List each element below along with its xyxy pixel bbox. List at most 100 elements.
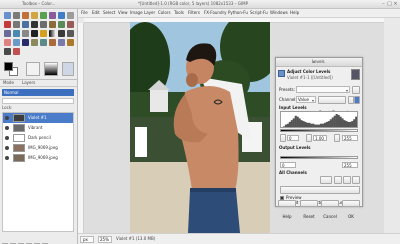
menu-colors[interactable]: Colors	[158, 11, 171, 15]
channel-dropdown[interactable]: Value ▾	[296, 96, 316, 103]
list-item[interactable]: Vibrant	[3, 123, 73, 133]
output-high-spinner[interactable]: 255	[342, 162, 358, 168]
toolbox-titlebar[interactable]: Toolbox – Color...	[0, 0, 78, 9]
cancel-button[interactable]: Cancel	[321, 200, 339, 218]
pattern-preview[interactable]	[62, 62, 74, 76]
eraser-tool-icon[interactable]	[4, 39, 11, 46]
align-tool-icon[interactable]	[40, 21, 47, 28]
canvas-photo[interactable]	[130, 22, 270, 233]
log-histogram-icon[interactable]	[354, 96, 360, 104]
list-item[interactable]: IMG_9069.jpeg	[3, 143, 73, 153]
eye-icon[interactable]	[5, 156, 9, 160]
gradient-preview[interactable]	[44, 62, 58, 76]
menu-help[interactable]: Help	[290, 11, 299, 15]
layer-mode-dropdown[interactable]: Normal	[2, 89, 74, 96]
scale-tool-icon[interactable]	[67, 21, 74, 28]
minimize-icon[interactable]: –	[381, 2, 386, 7]
close-icon[interactable]: ×	[393, 2, 398, 7]
presets-menu-button[interactable]: +	[352, 86, 360, 105]
paths-tool-icon[interactable]	[67, 12, 74, 19]
menu-fx-foundry[interactable]: FX-Foundry	[204, 11, 227, 15]
reset-button[interactable]: Reset	[300, 200, 318, 218]
white-eyedropper-icon[interactable]	[334, 134, 340, 142]
menu-layer[interactable]: Layer	[144, 11, 155, 15]
menu-windows[interactable]: Windows	[270, 11, 288, 15]
foreground-color-swatch[interactable]	[4, 62, 13, 71]
blend-tool-icon[interactable]	[49, 30, 56, 37]
input-low-spinner[interactable]: 0	[287, 135, 299, 141]
input-gradient-bar[interactable]	[280, 129, 358, 132]
rotate-tool-icon[interactable]	[58, 21, 65, 28]
ok-button[interactable]: OK	[342, 200, 360, 218]
edit-as-curves-button[interactable]: Edit these Settings as Curves	[280, 186, 360, 205]
crop-tool-icon[interactable]	[49, 21, 56, 28]
menu-python-fu[interactable]: Python-Fu	[228, 11, 248, 15]
close-icon[interactable]: ×	[312, 60, 360, 64]
brush-preview[interactable]	[26, 62, 40, 76]
cage-tool-icon[interactable]	[4, 48, 11, 55]
rect-select-tool-icon[interactable]	[4, 12, 11, 19]
dodge-burn-tool-icon[interactable]	[67, 39, 74, 46]
pencil-tool-icon[interactable]	[58, 30, 65, 37]
presets-dropdown[interactable]: ▾	[296, 86, 350, 93]
heal-tool-icon[interactable]	[40, 39, 47, 46]
fuzzy-select-tool-icon[interactable]	[31, 12, 38, 19]
list-item[interactable]: IMG_9069.jpeg	[3, 153, 73, 163]
black-eyedropper-icon[interactable]	[280, 134, 286, 142]
zoom-selector[interactable]: 25%	[98, 236, 112, 243]
menu-script-fu[interactable]: Script-Fu	[250, 11, 268, 15]
tab-mode[interactable]: Mode	[3, 81, 14, 85]
input-high-spinner[interactable]: 255	[342, 135, 358, 141]
menu-file[interactable]: File	[81, 11, 88, 15]
menu-edit[interactable]: Edit	[92, 11, 100, 15]
pick-gray-icon[interactable]	[343, 176, 351, 184]
list-item[interactable]: Dark pencil	[3, 133, 73, 143]
eye-icon[interactable]	[5, 126, 9, 130]
bucket-fill-tool-icon[interactable]	[40, 30, 47, 37]
measure-tool-icon[interactable]	[22, 21, 29, 28]
foreground-select-tool-icon[interactable]	[58, 12, 65, 19]
scissors-tool-icon[interactable]	[49, 12, 56, 19]
color-picker-tool-icon[interactable]	[4, 21, 11, 28]
input-gamma-spinner[interactable]: 1.00	[313, 135, 327, 141]
unit-selector[interactable]: px	[80, 236, 94, 243]
list-item[interactable]: Violet #1	[3, 113, 73, 123]
pick-white-icon[interactable]	[352, 176, 360, 184]
smudge-tool-icon[interactable]	[49, 39, 56, 46]
eye-icon[interactable]	[5, 146, 9, 150]
pick-black-icon[interactable]	[334, 176, 342, 184]
zoom-tool-icon[interactable]	[13, 21, 20, 28]
ellipse-select-tool-icon[interactable]	[13, 12, 20, 19]
menu-view[interactable]: View	[118, 11, 128, 15]
reset-channel-button[interactable]: Reset Channel	[318, 96, 348, 115]
clone-tool-icon[interactable]	[31, 39, 38, 46]
perspective-tool-icon[interactable]	[13, 30, 20, 37]
window-titlebar[interactable]: *[Untitled]-1.0 (RGB color, 5 layers) 10…	[78, 0, 400, 9]
help-button[interactable]: Help	[278, 200, 296, 218]
shear-tool-icon[interactable]	[4, 30, 11, 37]
ink-tool-icon[interactable]	[22, 39, 29, 46]
menu-select[interactable]: Select	[103, 11, 115, 15]
airbrush-tool-icon[interactable]	[13, 39, 20, 46]
maximize-icon[interactable]: □	[387, 2, 392, 7]
flip-tool-icon[interactable]	[22, 30, 29, 37]
paintbrush-tool-icon[interactable]	[67, 30, 74, 37]
menu-tools[interactable]: Tools	[174, 11, 184, 15]
output-low-spinner[interactable]: 0	[280, 162, 296, 168]
menu-filters[interactable]: Filters	[188, 11, 200, 15]
eye-icon[interactable]	[5, 116, 9, 120]
move-tool-icon[interactable]	[31, 21, 38, 28]
color-select-tool-icon[interactable]	[40, 12, 47, 19]
eye-icon[interactable]	[5, 136, 9, 140]
free-select-tool-icon[interactable]	[22, 12, 29, 19]
dialog-titlebar[interactable]: Levels ×	[276, 58, 362, 67]
text-tool-icon[interactable]	[31, 30, 38, 37]
blur-tool-icon[interactable]	[58, 39, 65, 46]
warp-tool-icon[interactable]	[13, 48, 20, 55]
menu-image[interactable]: Image	[130, 11, 143, 15]
opacity-slider[interactable]	[2, 98, 74, 104]
tab-layers[interactable]: Layers	[22, 81, 35, 85]
output-gradient-bar[interactable]	[280, 156, 358, 159]
gray-eyedropper-icon[interactable]	[306, 134, 312, 142]
auto-button[interactable]: Auto	[320, 176, 332, 195]
